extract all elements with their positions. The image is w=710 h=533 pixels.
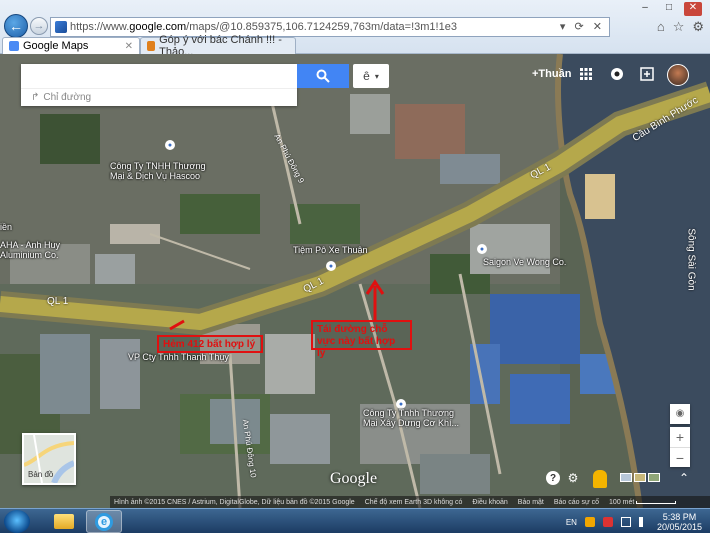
settings-button[interactable]: ⚙ (565, 470, 581, 486)
tab-close-icon[interactable]: ✕ (125, 41, 133, 52)
poi-label-thanh-thuy[interactable]: VP Cty Tnhh Thanh Thụy (128, 352, 229, 362)
annotation-tai-duong: Tái đường chỗ vực này bất hợp lý (311, 320, 412, 359)
site-favicon-icon (55, 21, 67, 33)
internet-explorer-icon: e (95, 512, 113, 531)
map-type-toggle[interactable]: Bản đồ (22, 433, 76, 485)
browser-chrome: – □ ✕ ← → https://www. google.com/maps/@1… (0, 0, 710, 58)
help-icon: ? (546, 471, 560, 485)
imagery-thumb-icon[interactable] (620, 473, 632, 482)
my-location-icon: ◉ (675, 408, 685, 419)
url-host: google.com (129, 21, 187, 33)
terms-link[interactable]: Điều khoản (472, 499, 507, 506)
search-panel: ↱ Chỉ đường (21, 64, 297, 106)
input-tools-label: ê (363, 69, 370, 83)
address-tools[interactable]: ▾ ⟳ ✕ (560, 20, 605, 33)
user-avatar[interactable] (667, 64, 689, 86)
forum-favicon-icon (147, 41, 156, 51)
annotation-hem-412: Hẻm 412 bất hợp lý (157, 335, 263, 353)
directions-link[interactable]: ↱ Chỉ đường (21, 88, 297, 106)
settings-gear-icon[interactable]: ⚙ (692, 19, 704, 35)
imagery-credit: Hình ảnh ©2015 CNES / Astrium, DigitalGl… (114, 498, 355, 506)
map-type-label: Bản đồ (28, 470, 54, 479)
river-label: Sông Sài Gòn (685, 228, 697, 291)
search-icon (316, 69, 330, 83)
imagery-thumb-icon[interactable] (634, 473, 646, 482)
street-view-pegman-icon[interactable] (593, 470, 607, 488)
tab-google-maps[interactable]: Google Maps ✕ (2, 37, 140, 54)
notifications-bell-icon[interactable] (609, 66, 625, 82)
window-controls: – □ ✕ (636, 2, 702, 16)
report-problem-link[interactable]: Báo cáo sự cố (554, 499, 599, 506)
url-prefix: https://www. (70, 21, 130, 33)
maximize-button[interactable]: □ (660, 2, 678, 16)
volume-icon[interactable] (638, 517, 649, 527)
network-icon[interactable] (620, 517, 631, 527)
poi-shop-icon[interactable]: ● (165, 140, 175, 150)
search-button[interactable] (297, 64, 349, 88)
privacy-link[interactable]: Bảo mật (518, 499, 544, 506)
directions-label: Chỉ đường (43, 92, 92, 103)
arrow-left-icon: ← (9, 18, 23, 34)
satellite-map[interactable]: ● Công Ty TNHH Thương Mại & Dịch Vụ Hasc… (0, 54, 710, 508)
poi-label-tiem-po[interactable]: Tiệm Pô Xe Thuận (293, 245, 368, 255)
zoom-control: + − (670, 427, 690, 467)
search-input[interactable] (21, 64, 297, 88)
browser-toolbar-icons: ⌂ ☆ ⚙ (657, 19, 704, 35)
apps-grid-icon[interactable] (578, 66, 594, 82)
zoom-out-button[interactable]: − (670, 447, 690, 467)
map-imagery (0, 54, 710, 508)
language-indicator[interactable]: EN (566, 518, 577, 527)
poi-label-saigon-ve-wong[interactable]: Saigon Ve Wong Co. (483, 257, 566, 267)
start-button[interactable] (4, 510, 30, 533)
arrow-right-icon: → (33, 20, 45, 32)
google-maps-favicon-icon (9, 41, 19, 51)
taskbar-internet-explorer[interactable]: e (86, 510, 122, 533)
back-button[interactable]: ← (4, 14, 28, 38)
road-label-ql1: QL 1 (47, 296, 69, 307)
taskbar-clock[interactable]: 5:38 PM 20/05/2015 (657, 512, 702, 532)
poi-label-hascoo[interactable]: Công Ty TNHH Thương Mại & Dịch Vụ Hascoo (110, 161, 205, 181)
help-button[interactable]: ? (545, 470, 561, 486)
directions-icon: ↱ (31, 92, 40, 103)
poi-label-xay-dung[interactable]: Công Ty Tnhh Thương Mại Xây Dựng Cơ Khí.… (363, 408, 459, 428)
tab-label: Google Maps (23, 40, 89, 52)
poi-shop-icon[interactable]: ● (326, 261, 336, 271)
gear-icon: ⚙ (567, 471, 579, 485)
chevron-down-icon: ▾ (374, 71, 379, 81)
share-plus-icon[interactable] (639, 66, 655, 82)
expand-strip-button[interactable]: ⌃ (676, 470, 692, 486)
address-bar[interactable]: https://www. google.com/maps/@10.859375,1… (50, 17, 610, 37)
imagery-strip[interactable] (620, 473, 660, 482)
poi-label-anh-huy[interactable]: AHA - Anh Huy Aluminium Co. (0, 240, 60, 260)
system-tray: EN 5:38 PM 20/05/2015 (566, 512, 702, 532)
tray-vietkey-icon[interactable] (602, 517, 613, 527)
my-location-button[interactable]: ◉ (670, 404, 690, 424)
windows-taskbar: e EN 5:38 PM 20/05/2015 (0, 508, 710, 533)
tab-forum[interactable]: Góp ý với bác Chánh !!! - Thảo... (140, 34, 296, 58)
minimize-button[interactable]: – (636, 2, 654, 16)
close-window-button[interactable]: ✕ (684, 2, 702, 16)
google-logo: Google (330, 470, 378, 487)
url-path: /maps/@10.859375,106.7124259,763m/data=!… (186, 21, 457, 33)
tray-app-icon[interactable] (584, 517, 595, 527)
taskbar-file-explorer[interactable] (46, 510, 82, 533)
home-icon[interactable]: ⌂ (657, 19, 665, 35)
edge-label: iền (0, 222, 13, 232)
map-footer: Hình ảnh ©2015 CNES / Astrium, DigitalGl… (110, 496, 710, 508)
zoom-in-button[interactable]: + (670, 427, 690, 447)
poi-building-icon[interactable]: ● (477, 244, 487, 254)
earth-mode-note[interactable]: Chế độ xem Earth 3D không có (365, 499, 463, 506)
folder-icon (54, 514, 74, 529)
imagery-thumb-icon[interactable] (648, 473, 660, 482)
chevron-up-icon: ⌃ (678, 471, 690, 485)
forward-button[interactable]: → (30, 17, 48, 35)
scale-indicator[interactable]: 100 mét (609, 499, 677, 506)
favorites-star-icon[interactable]: ☆ (673, 19, 685, 35)
user-profile-link[interactable]: +Thuần (532, 68, 571, 80)
input-tools-button[interactable]: ê ▾ (353, 64, 389, 88)
